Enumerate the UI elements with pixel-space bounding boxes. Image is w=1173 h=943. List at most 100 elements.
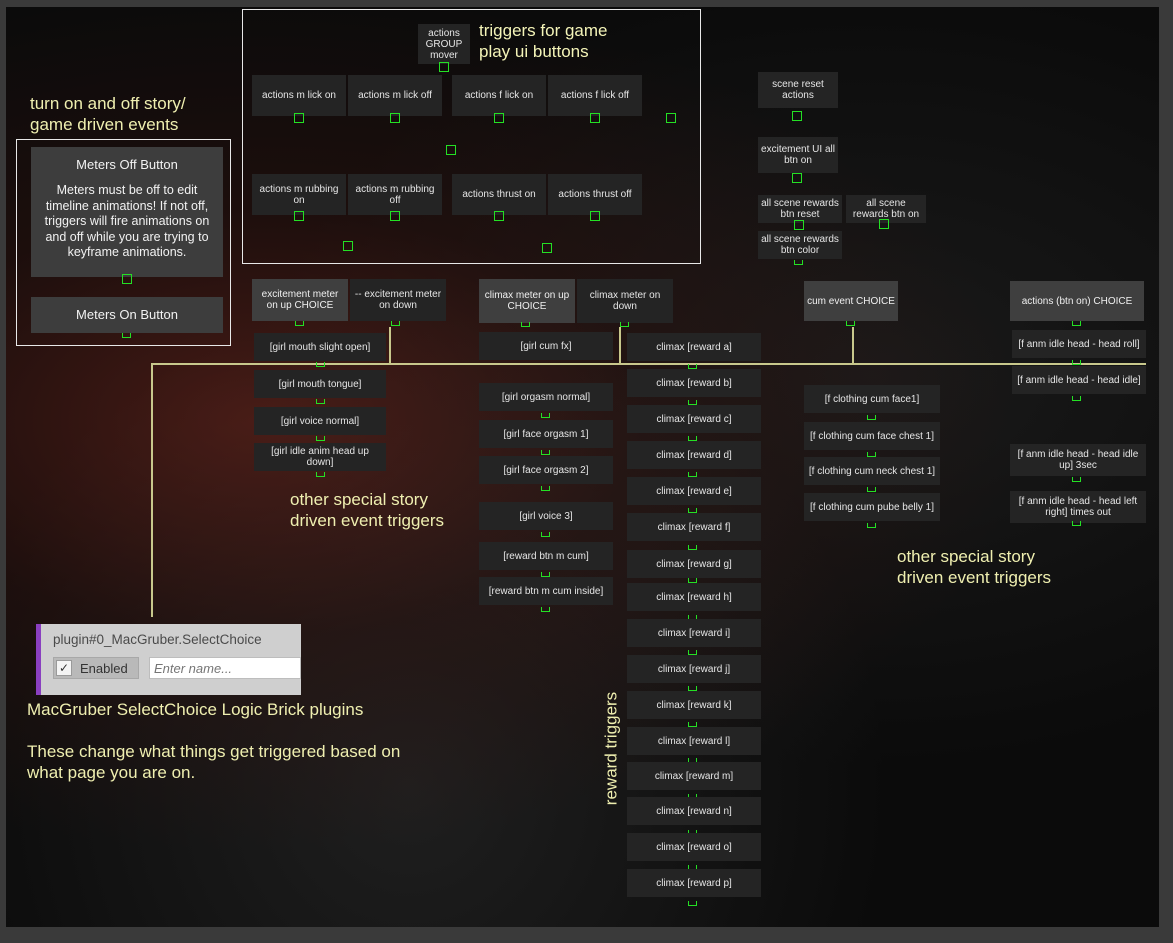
trigger-connector[interactable] [541, 413, 550, 418]
trigger-connector[interactable] [794, 220, 804, 230]
girl-mouth-tongue-block[interactable]: [girl mouth tongue] [254, 370, 386, 398]
cum-event-choice-block[interactable]: cum event CHOICE [804, 281, 898, 321]
reward-block[interactable]: climax [reward l] [627, 727, 761, 755]
meters-off-button[interactable]: Meters Off Button Meters must be off to … [31, 147, 223, 277]
anm-idle-head-idle-block[interactable]: [f anm idle head - head idle] [1012, 366, 1146, 394]
reward-block[interactable]: climax [reward m] [627, 762, 761, 790]
reward-block[interactable]: climax [reward e] [627, 477, 761, 505]
trigger-connector[interactable] [1072, 521, 1081, 526]
reward-block[interactable]: climax [reward p] [627, 869, 761, 897]
reward-block[interactable]: climax [reward o] [627, 833, 761, 861]
trigger-connector[interactable] [688, 901, 697, 906]
trigger-connector[interactable] [879, 219, 889, 229]
trigger-connector[interactable] [620, 322, 629, 327]
trigger-connector[interactable] [295, 321, 304, 326]
reward-btn-m-cum-inside-block[interactable]: [reward btn m cum inside] [479, 577, 613, 605]
trigger-connector[interactable] [316, 472, 325, 477]
reward-block[interactable]: climax [reward c] [627, 405, 761, 433]
trigger-connector[interactable] [541, 532, 550, 537]
reward-block[interactable]: climax [reward n] [627, 797, 761, 825]
girl-orgasm-normal-block[interactable]: [girl orgasm normal] [479, 383, 613, 411]
girl-face-orgasm-2-block[interactable]: [girl face orgasm 2] [479, 456, 613, 484]
anm-idle-head-idle-up-block[interactable]: [f anm idle head - head idle up] 3sec [1010, 444, 1146, 476]
enabled-toggle[interactable]: ✓ Enabled [53, 657, 139, 679]
trigger-connector[interactable] [316, 362, 325, 367]
reward-block[interactable]: climax [reward d] [627, 441, 761, 469]
rewards-btn-color-block[interactable]: all scene rewards btn color [758, 231, 842, 259]
trigger-connector[interactable] [1072, 477, 1081, 482]
actions-m-lick-on-block[interactable]: actions m lick on [252, 75, 346, 116]
trigger-connector[interactable] [542, 243, 552, 253]
actions-btn-on-choice-block[interactable]: actions (btn on) CHOICE [1010, 281, 1144, 321]
meters-on-button[interactable]: Meters On Button [31, 297, 223, 333]
actions-thrust-off-block[interactable]: actions thrust off [548, 174, 642, 215]
actions-m-rubbing-on-block[interactable]: actions m rubbing on [252, 174, 346, 215]
trigger-connector[interactable] [867, 487, 876, 492]
rewards-btn-reset-block[interactable]: all scene rewards btn reset [758, 195, 842, 223]
plugin-name-input[interactable] [149, 657, 301, 679]
trigger-connector[interactable] [867, 523, 876, 528]
actions-m-rubbing-off-block[interactable]: actions m rubbing off [348, 174, 442, 215]
trigger-connector[interactable] [294, 113, 304, 123]
reward-block[interactable]: climax [reward b] [627, 369, 761, 397]
actions-thrust-on-block[interactable]: actions thrust on [452, 174, 546, 215]
trigger-connector[interactable] [521, 322, 530, 327]
anm-idle-head-left-right-block[interactable]: [f anm idle head - head left right] time… [1010, 491, 1146, 523]
anm-idle-head-roll-block[interactable]: [f anm idle head - head roll] [1012, 330, 1146, 358]
clothing-cum-face-chest-block[interactable]: [f clothing cum face chest 1] [804, 422, 940, 450]
girl-cum-fx-block[interactable]: [girl cum fx] [479, 332, 613, 360]
reward-btn-m-cum-block[interactable]: [reward btn m cum] [479, 542, 613, 570]
actions-f-lick-off-block[interactable]: actions f lick off [548, 75, 642, 116]
girl-voice-3-block[interactable]: [girl voice 3] [479, 502, 613, 530]
girl-face-orgasm-1-block[interactable]: [girl face orgasm 1] [479, 420, 613, 448]
trigger-connector[interactable] [439, 62, 449, 72]
excitement-up-choice-block[interactable]: excitement meter on up CHOICE [252, 279, 348, 321]
trigger-connector[interactable] [316, 399, 325, 404]
girl-idle-anim-head-block[interactable]: [girl idle anim head up down] [254, 443, 386, 471]
trigger-connector[interactable] [1072, 396, 1081, 401]
trigger-connector[interactable] [1072, 360, 1081, 365]
reward-block[interactable]: climax [reward h] [627, 583, 761, 611]
trigger-connector[interactable] [122, 274, 132, 284]
trigger-connector[interactable] [391, 321, 400, 326]
reward-block[interactable]: climax [reward k] [627, 691, 761, 719]
trigger-connector[interactable] [390, 211, 400, 221]
trigger-connector[interactable] [867, 415, 876, 420]
trigger-connector[interactable] [541, 607, 550, 612]
trigger-connector[interactable] [1072, 321, 1081, 326]
actions-m-lick-off-block[interactable]: actions m lick off [348, 75, 442, 116]
excitement-down-block[interactable]: -- excitement meter on down [350, 279, 446, 321]
reward-block[interactable]: climax [reward a] [627, 333, 761, 361]
trigger-connector[interactable] [316, 436, 325, 441]
trigger-connector[interactable] [494, 211, 504, 221]
climax-down-block[interactable]: climax meter on down [577, 279, 673, 323]
girl-mouth-slight-open-block[interactable]: [girl mouth slight open] [254, 333, 386, 361]
reward-block[interactable]: climax [reward i] [627, 619, 761, 647]
trigger-connector[interactable] [541, 450, 550, 455]
reward-block[interactable]: climax [reward j] [627, 655, 761, 683]
trigger-connector[interactable] [792, 111, 802, 121]
climax-up-choice-block[interactable]: climax meter on up CHOICE [479, 279, 575, 323]
reward-block[interactable]: climax [reward f] [627, 513, 761, 541]
clothing-cum-neck-chest-block[interactable]: [f clothing cum neck chest 1] [804, 457, 940, 485]
actions-f-lick-on-block[interactable]: actions f lick on [452, 75, 546, 116]
actions-group-mover-block[interactable]: actions GROUP mover [418, 24, 470, 64]
trigger-connector[interactable] [446, 145, 456, 155]
trigger-connector[interactable] [294, 211, 304, 221]
trigger-connector[interactable] [390, 113, 400, 123]
trigger-connector[interactable] [343, 241, 353, 251]
scene-reset-actions-block[interactable]: scene reset actions [758, 72, 838, 108]
reward-block[interactable]: climax [reward g] [627, 550, 761, 578]
trigger-connector[interactable] [792, 173, 802, 183]
girl-voice-normal-block[interactable]: [girl voice normal] [254, 407, 386, 435]
clothing-cum-face1-block[interactable]: [f clothing cum face1] [804, 385, 940, 413]
trigger-connector[interactable] [666, 113, 676, 123]
trigger-connector[interactable] [590, 113, 600, 123]
trigger-connector[interactable] [794, 260, 803, 265]
excitement-ui-btn-on-block[interactable]: excitement UI all btn on [758, 137, 838, 173]
trigger-connector[interactable] [494, 113, 504, 123]
trigger-connector[interactable] [122, 333, 131, 338]
trigger-connector[interactable] [590, 211, 600, 221]
clothing-cum-pube-belly-block[interactable]: [f clothing cum pube belly 1] [804, 493, 940, 521]
trigger-connector[interactable] [541, 486, 550, 491]
